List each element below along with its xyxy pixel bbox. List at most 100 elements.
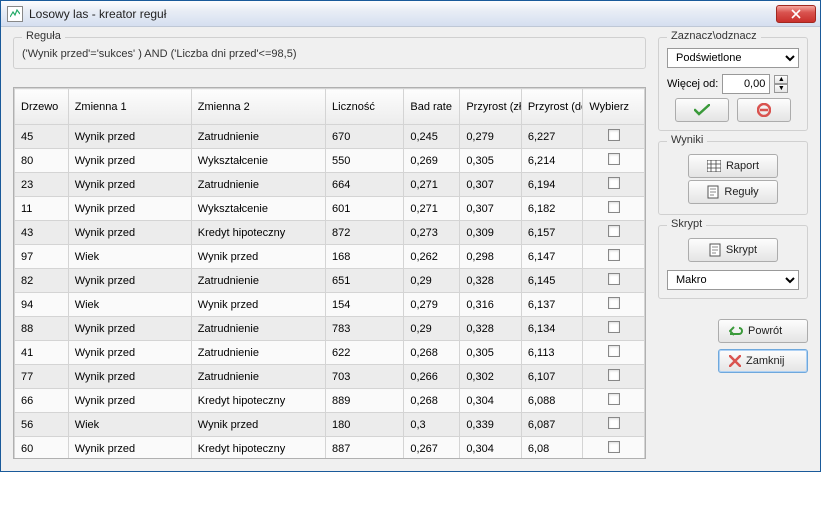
cell-pd: 6,088 [521,389,583,413]
cell-tree: 43 [15,221,69,245]
powrot-button[interactable]: Powrót [718,319,808,343]
cell-lic: 601 [326,197,404,221]
row-checkbox[interactable] [608,441,620,453]
cell-z1: Wynik przed [68,197,191,221]
cell-tree: 80 [15,149,69,173]
col-tree[interactable]: Drzewo [15,89,69,125]
cell-bad: 0,267 [404,437,460,459]
table-row[interactable]: 41Wynik przedZatrudnienie6220,2680,3056,… [15,341,645,365]
stop-icon [757,103,771,117]
cell-pd: 6,147 [521,245,583,269]
cell-z1: Wynik przed [68,269,191,293]
col-z1[interactable]: Zmienna 1 [68,89,191,125]
table-row[interactable]: 66Wynik przedKredyt hipoteczny8890,2680,… [15,389,645,413]
reject-button[interactable] [737,98,791,122]
cell-z2: Kredyt hipoteczny [191,437,325,459]
table-row[interactable]: 23Wynik przedZatrudnienie6640,2710,3076,… [15,173,645,197]
raport-button[interactable]: Raport [688,154,778,178]
rule-legend: Reguła [22,30,65,42]
cell-tree: 60 [15,437,69,459]
table-row[interactable]: 88Wynik przedZatrudnienie7830,290,3286,1… [15,317,645,341]
select-legend: Zaznacz\odznacz [667,30,761,42]
accept-button[interactable] [675,98,729,122]
cell-pd: 6,134 [521,317,583,341]
reguly-button[interactable]: Reguły [688,180,778,204]
cell-lic: 670 [326,125,404,149]
cell-select [583,389,645,413]
cell-pd: 6,137 [521,293,583,317]
table-row[interactable]: 43Wynik przedKredyt hipoteczny8720,2730,… [15,221,645,245]
cell-z2: Zatrudnienie [191,317,325,341]
row-checkbox[interactable] [608,321,620,333]
cell-z1: Wynik przed [68,437,191,459]
table-row[interactable]: 56WiekWynik przed1800,30,3396,087 [15,413,645,437]
cell-z1: Wynik przed [68,365,191,389]
spin-up[interactable]: ▲ [774,75,788,84]
skrypt-button[interactable]: Skrypt [688,238,778,262]
col-z2[interactable]: Zmienna 2 [191,89,325,125]
cell-pz: 0,328 [460,269,522,293]
cell-pz: 0,339 [460,413,522,437]
more-label: Więcej od: [667,78,718,90]
row-checkbox[interactable] [608,249,620,261]
cell-select [583,245,645,269]
cell-pd: 6,113 [521,341,583,365]
table-row[interactable]: 60Wynik przedKredyt hipoteczny8870,2670,… [15,437,645,459]
row-checkbox[interactable] [608,417,620,429]
row-checkbox[interactable] [608,369,620,381]
col-pz[interactable]: Przyrost (złe) [460,89,522,125]
table-row[interactable]: 97WiekWynik przed1680,2620,2986,147 [15,245,645,269]
table-row[interactable]: 11Wynik przedWykształcenie6010,2710,3076… [15,197,645,221]
cell-tree: 23 [15,173,69,197]
cell-pd: 6,087 [521,413,583,437]
cell-select [583,413,645,437]
row-checkbox[interactable] [608,345,620,357]
cell-pd: 6,182 [521,197,583,221]
cell-tree: 45 [15,125,69,149]
row-checkbox[interactable] [608,153,620,165]
col-lic[interactable]: Liczność [326,89,404,125]
col-wy[interactable]: Wybierz [583,89,645,125]
table-row[interactable]: 80Wynik przedWykształcenie5500,2690,3056… [15,149,645,173]
cell-bad: 0,29 [404,317,460,341]
row-checkbox[interactable] [608,393,620,405]
zamknij-button[interactable]: Zamknij [718,349,808,373]
cell-bad: 0,29 [404,269,460,293]
more-input[interactable] [722,74,770,94]
cell-select [583,317,645,341]
cell-lic: 872 [326,221,404,245]
cell-z1: Wynik przed [68,149,191,173]
cell-tree: 97 [15,245,69,269]
rules-table-scroll[interactable]: Drzewo Zmienna 1 Zmienna 2 Liczność Bad … [14,88,645,458]
window: Losowy las - kreator reguł Reguła ('Wyni… [0,0,821,472]
cell-z1: Wiek [68,293,191,317]
cell-tree: 66 [15,389,69,413]
table-row[interactable]: 94WiekWynik przed1540,2790,3166,137 [15,293,645,317]
titlebar: Losowy las - kreator reguł [1,1,820,27]
cell-pz: 0,304 [460,437,522,459]
col-bad[interactable]: Bad rate [404,89,460,125]
col-pd[interactable]: Przyrost (dobre) [521,89,583,125]
row-checkbox[interactable] [608,273,620,285]
table-row[interactable]: 45Wynik przedZatrudnienie6700,2450,2796,… [15,125,645,149]
table-row[interactable]: 82Wynik przedZatrudnienie6510,290,3286,1… [15,269,645,293]
cell-z2: Wynik przed [191,293,325,317]
row-checkbox[interactable] [608,177,620,189]
close-icon [791,9,801,19]
highlight-select[interactable]: Podświetlone [667,48,799,68]
cell-z1: Wynik przed [68,317,191,341]
table-row[interactable]: 77Wynik przedZatrudnienie7030,2660,3026,… [15,365,645,389]
cell-pd: 6,145 [521,269,583,293]
cell-pd: 6,194 [521,173,583,197]
cell-pz: 0,307 [460,173,522,197]
cell-bad: 0,262 [404,245,460,269]
cell-z1: Wynik przed [68,221,191,245]
row-checkbox[interactable] [608,225,620,237]
row-checkbox[interactable] [608,297,620,309]
window-close-button[interactable] [776,5,816,23]
cell-z2: Kredyt hipoteczny [191,221,325,245]
spin-down[interactable]: ▼ [774,84,788,93]
row-checkbox[interactable] [608,129,620,141]
makro-select[interactable]: Makro [667,270,799,290]
row-checkbox[interactable] [608,201,620,213]
